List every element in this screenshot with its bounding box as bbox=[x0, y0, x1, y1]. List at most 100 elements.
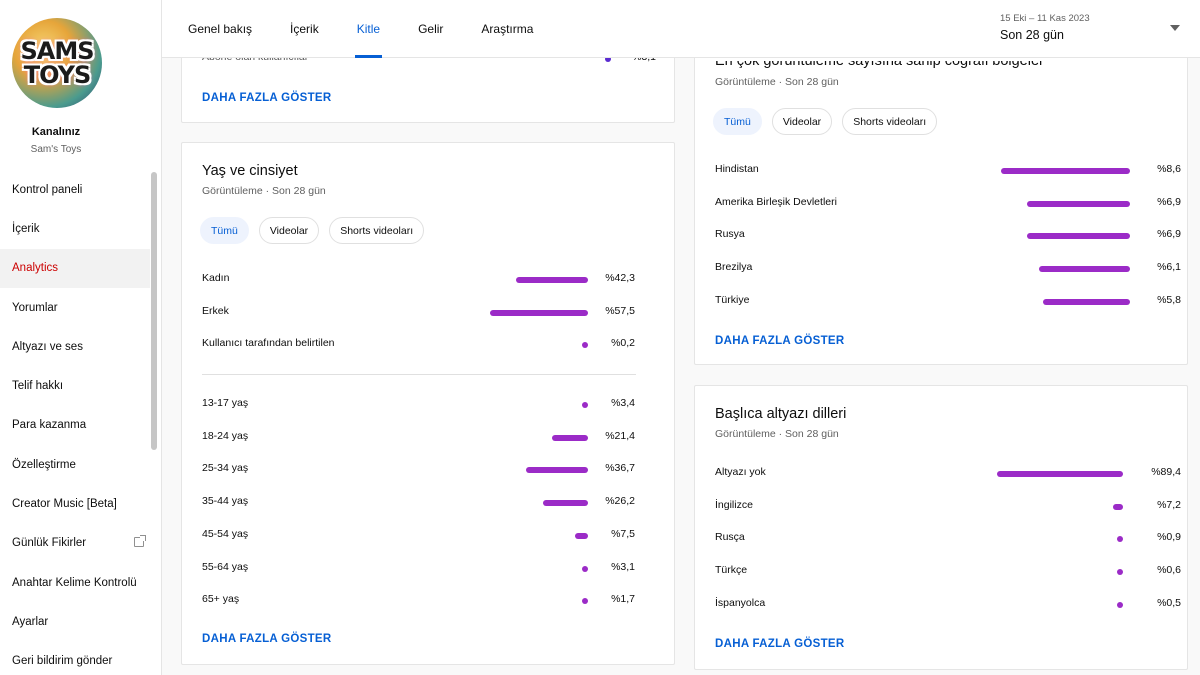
row-value: %8,6 bbox=[1157, 163, 1181, 175]
list-item: Altyazı yok %89,4 bbox=[715, 466, 1181, 482]
sidebar-item-label: Yorumlar bbox=[12, 301, 58, 314]
sidebar-item-7[interactable]: Özelleştirme bbox=[0, 445, 150, 484]
list-item: 35-44 yaş %26,2 bbox=[202, 495, 642, 511]
channel-name[interactable]: Sam's Toys bbox=[0, 144, 112, 155]
row-bar bbox=[582, 342, 588, 349]
list-item: 25-34 yaş %36,7 bbox=[202, 462, 642, 478]
card-geography: En çok görüntüleme sayısına sahip coğraf… bbox=[694, 30, 1188, 365]
row-value: %6,9 bbox=[1157, 228, 1181, 241]
chevron-down-icon[interactable] bbox=[1170, 25, 1180, 31]
row-bar bbox=[582, 565, 588, 572]
sidebar-item-4[interactable]: Altyazı ve ses bbox=[0, 327, 150, 366]
card-age-gender: Yaş ve cinsiyet Görüntüleme · Son 28 gün… bbox=[181, 142, 675, 665]
sidebar-scrollbar[interactable] bbox=[151, 172, 157, 450]
sidebar-item-2[interactable]: Analytics bbox=[0, 248, 150, 288]
row-bar bbox=[525, 467, 588, 474]
channel-avatar[interactable]: SAMS TOYS bbox=[12, 18, 102, 108]
row-label: Erkek bbox=[202, 304, 229, 317]
filter-chip[interactable]: Shorts videoları bbox=[842, 108, 938, 135]
row-label: 25-34 yaş bbox=[202, 462, 249, 475]
show-more-button[interactable]: DAHA FAZLA GÖSTER bbox=[715, 638, 844, 650]
avatar-text-line2: TOYS bbox=[23, 61, 92, 89]
list-item: 65+ yaş %1,7 bbox=[202, 593, 642, 609]
row-bar bbox=[543, 500, 588, 507]
divider bbox=[202, 374, 636, 375]
filter-chips: Tümü Videolar Shorts videoları bbox=[713, 108, 947, 135]
show-more-button[interactable]: DAHA FAZLA GÖSTER bbox=[202, 633, 331, 645]
row-label: Kadın bbox=[202, 272, 230, 284]
list-item: Rusça %0,9 bbox=[715, 531, 1181, 547]
row-value: %6,9 bbox=[1157, 195, 1181, 208]
avatar-text-line1: SAMS bbox=[20, 37, 94, 65]
sidebar-item-9[interactable]: Günlük Fikirler bbox=[0, 524, 150, 563]
date-period[interactable]: Son 28 gün bbox=[1000, 28, 1064, 42]
sidebar-item-label: Creator Music [Beta] bbox=[12, 498, 117, 511]
sidebar-item-label: Geri bildirim gönder bbox=[12, 655, 113, 668]
tab-1[interactable]: İçerik bbox=[290, 0, 319, 58]
row-bar bbox=[1043, 298, 1130, 305]
list-item: 18-24 yaş %21,4 bbox=[202, 430, 642, 446]
list-item: Brezilya %6,1 bbox=[715, 261, 1181, 277]
list-item: İngilizce %7,2 bbox=[715, 498, 1181, 515]
tab-3[interactable]: Gelir bbox=[418, 0, 443, 58]
sidebar-item-label: Ayarlar bbox=[12, 615, 49, 628]
sidebar-item-10[interactable]: Anahtar Kelime Kontrolü bbox=[0, 563, 150, 602]
row-label: Altyazı yok bbox=[715, 466, 766, 478]
filter-chips: Tümü Videolar Shorts videoları bbox=[200, 217, 434, 244]
list-item: Erkek %57,5 bbox=[202, 305, 642, 321]
list-item: 45-54 yaş %7,5 bbox=[202, 528, 642, 544]
sidebar-item-11[interactable]: Ayarlar bbox=[0, 602, 150, 641]
channel-label: Kanalınız bbox=[31, 126, 81, 138]
row-value: %0,6 bbox=[1157, 564, 1181, 577]
sidebar-item-8[interactable]: Creator Music [Beta] bbox=[0, 484, 150, 523]
sidebar-item-label: Analytics bbox=[12, 262, 59, 275]
sidebar-item-5[interactable]: Telif hakkı bbox=[0, 366, 150, 405]
row-label: İngilizce bbox=[715, 498, 753, 511]
analytics-tabs: Genel bakış İçerik Kitle Gelir Araştırma bbox=[188, 0, 571, 58]
row-bar bbox=[996, 471, 1123, 477]
row-bar bbox=[575, 532, 588, 539]
show-more-button[interactable]: DAHA FAZLA GÖSTER bbox=[715, 335, 844, 347]
tab-4[interactable]: Araştırma bbox=[481, 0, 533, 58]
row-value: %3,4 bbox=[611, 397, 635, 409]
sidebar-nav: Kontrol paneli İçerik Analytics Yorumlar Alt… bbox=[0, 170, 150, 675]
sidebar-item-3[interactable]: Yorumlar bbox=[0, 288, 150, 327]
sidebar-item-label: İçerik bbox=[12, 222, 40, 235]
sidebar-item-12[interactable]: Geri bildirim gönder bbox=[0, 642, 150, 675]
tab-0[interactable]: Genel bakış bbox=[188, 0, 252, 58]
list-item: Rusya %6,9 bbox=[715, 228, 1181, 244]
row-value: %0,2 bbox=[611, 337, 635, 350]
filter-chip[interactable]: Videolar bbox=[771, 108, 833, 135]
external-link-icon bbox=[134, 534, 146, 547]
show-more-button[interactable]: DAHA FAZLA GÖSTER bbox=[202, 92, 331, 104]
filter-chip[interactable]: Shorts videoları bbox=[329, 217, 425, 244]
row-label: 45-54 yaş bbox=[202, 527, 249, 540]
list-item: 13-17 yaş %3,4 bbox=[202, 397, 642, 413]
list-item: 55-64 yaş %3,1 bbox=[202, 561, 642, 577]
row-bar bbox=[1117, 569, 1123, 576]
card-subtitle: Görüntüleme · Son 28 gün bbox=[715, 428, 839, 440]
sidebar-item-0[interactable]: Kontrol paneli bbox=[0, 170, 150, 209]
sidebar-item-6[interactable]: Para kazanma bbox=[0, 406, 150, 445]
row-label: Rusça bbox=[715, 531, 745, 544]
row-bar bbox=[1001, 168, 1130, 174]
row-value: %7,5 bbox=[611, 527, 635, 540]
list-item: Türkiye %5,8 bbox=[715, 294, 1181, 310]
row-value: %1,7 bbox=[611, 593, 635, 606]
row-label: Amerika Birleşik Devletleri bbox=[715, 195, 837, 208]
list-item: Türkçe %0,6 bbox=[715, 564, 1181, 580]
sidebar-item-label: Telif hakkı bbox=[12, 380, 64, 393]
row-bar bbox=[582, 598, 588, 605]
row-value: %57,5 bbox=[605, 304, 635, 317]
filter-chip[interactable]: Videolar bbox=[258, 217, 320, 244]
sidebar: SAMS TOYS Kanalınız Sam's Toys Kontrol p… bbox=[0, 0, 162, 675]
filter-chip[interactable]: Tümü bbox=[713, 108, 762, 135]
sidebar-item-label: Anahtar Kelime Kontrolü bbox=[12, 576, 137, 589]
date-range[interactable]: 15 Eki – 11 Kas 2023 bbox=[1000, 13, 1090, 24]
filter-chip[interactable]: Tümü bbox=[200, 217, 249, 244]
row-value: %3,1 bbox=[611, 560, 635, 573]
sidebar-item-1[interactable]: İçerik bbox=[0, 209, 150, 248]
row-label: 18-24 yaş bbox=[202, 429, 249, 442]
tab-2[interactable]: Kitle bbox=[354, 0, 383, 58]
sidebar-item-label: Altyazı ve ses bbox=[12, 340, 83, 353]
